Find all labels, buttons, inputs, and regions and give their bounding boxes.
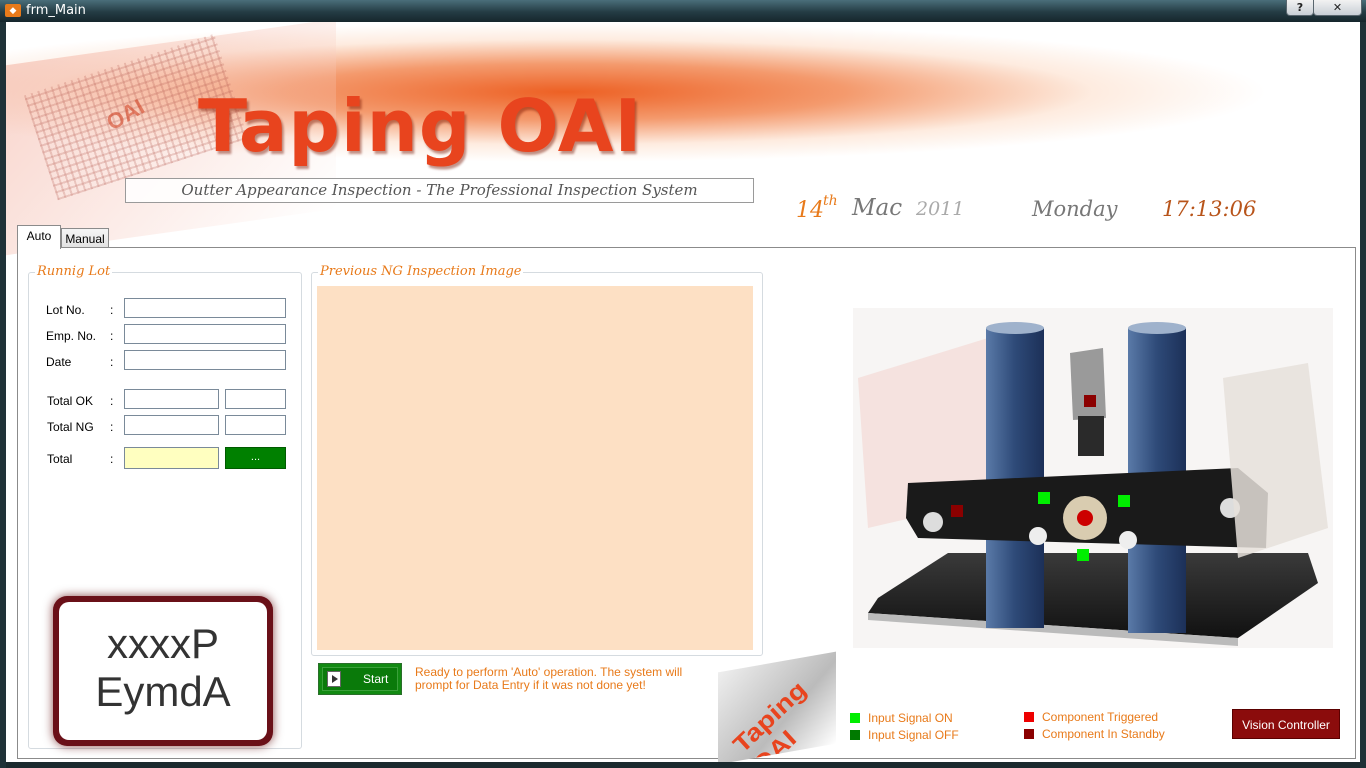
- previous-ng-image-title: Previous NG Inspection Image: [318, 264, 524, 279]
- header-banner: OAI Taping OAI Outter Appearance Inspect…: [6, 22, 1360, 256]
- lot-no-label: Lot No.: [46, 303, 85, 317]
- date-month: Mac: [852, 195, 903, 221]
- app-subtitle: Outter Appearance Inspection - The Profe…: [125, 178, 754, 203]
- running-lot-group: Runnig Lot Lot No. : Emp. No. : Date : T…: [28, 264, 302, 749]
- start-label: Start: [363, 672, 389, 686]
- device-stamp: xxxxP EymdA: [53, 596, 273, 746]
- colon: :: [110, 452, 114, 466]
- total-action-button[interactable]: ...: [225, 447, 286, 469]
- main-form: OAI Taping OAI Outter Appearance Inspect…: [6, 22, 1360, 762]
- right-column-top: [1128, 322, 1186, 334]
- total-input[interactable]: [124, 447, 219, 469]
- colon: :: [110, 329, 114, 343]
- window-titlebar: ◆ frm_Main ? ✕: [0, 0, 1366, 22]
- component-triggered-label: Component Triggered: [1042, 710, 1159, 724]
- status-message: Ready to perform 'Auto' operation. The s…: [415, 665, 683, 692]
- date-weekday: Monday: [1032, 197, 1118, 221]
- total-ok-percent-input[interactable]: [225, 389, 286, 409]
- auto-tab-page: Runnig Lot Lot No. : Emp. No. : Date : T…: [17, 247, 1356, 762]
- component-standby-label: Component In Standby: [1042, 727, 1165, 741]
- total-ng-input[interactable]: [124, 415, 219, 435]
- emp-no-label: Emp. No.: [46, 329, 97, 343]
- signal-on-indicator-3: [1077, 549, 1089, 561]
- inspection-machine-illustration: [853, 308, 1333, 648]
- window-title: frm_Main: [26, 3, 86, 18]
- close-button[interactable]: ✕: [1313, 0, 1362, 16]
- taping-oai-logo-text: Taping OAI: [727, 675, 812, 762]
- date-input[interactable]: [124, 350, 286, 370]
- colon: :: [110, 355, 114, 369]
- left-column-top: [986, 322, 1044, 334]
- colon: :: [110, 394, 114, 408]
- camera-lens: [1078, 416, 1104, 456]
- previous-ng-image-group: Previous NG Inspection Image: [311, 264, 763, 656]
- left-roller: [1029, 527, 1047, 545]
- app-icon: ◆: [5, 4, 21, 17]
- standby-indicator: [951, 505, 963, 517]
- camera-standby-indicator: [1084, 395, 1096, 407]
- input-signal-on-label: Input Signal ON: [868, 711, 953, 725]
- running-lot-title: Runnig Lot: [35, 264, 113, 279]
- total-ng-label: Total NG: [47, 420, 94, 434]
- stamp-line-1: xxxxP: [106, 620, 219, 667]
- tab-auto[interactable]: Auto: [17, 225, 61, 249]
- left-knob: [923, 512, 943, 532]
- window-frame-right: [1360, 22, 1366, 768]
- lot-no-input[interactable]: [124, 298, 286, 318]
- app-title: Taping OAI: [198, 84, 643, 168]
- date-day: 14: [796, 198, 824, 223]
- colon: :: [110, 420, 114, 434]
- total-label: Total: [47, 452, 73, 466]
- taping-oai-logo: Taping OAI: [718, 651, 836, 762]
- component-triggered-swatch: [1024, 712, 1034, 722]
- help-button[interactable]: ?: [1286, 0, 1314, 16]
- signal-on-indicator-1: [1038, 492, 1050, 504]
- stamp-line-2: EymdA: [95, 668, 231, 715]
- signal-on-indicator-2: [1118, 495, 1130, 507]
- camera-body: [1070, 348, 1106, 420]
- date-year: 2011: [916, 198, 965, 220]
- vision-controller-button[interactable]: Vision Controller: [1232, 709, 1340, 739]
- total-ok-input[interactable]: [124, 389, 219, 409]
- start-button[interactable]: Start: [318, 663, 402, 695]
- input-signal-off-swatch: [850, 730, 860, 740]
- colon: :: [110, 303, 114, 317]
- play-icon: [327, 671, 341, 687]
- input-signal-on-swatch: [850, 713, 860, 723]
- emp-no-input[interactable]: [124, 324, 286, 344]
- clock-time: 17:13:06: [1162, 197, 1257, 221]
- right-roller: [1119, 531, 1137, 549]
- date-day-suffix: th: [823, 193, 838, 209]
- input-signal-off-label: Input Signal OFF: [868, 728, 959, 742]
- ng-inspection-image: [317, 286, 753, 650]
- date-label: Date: [46, 355, 72, 369]
- total-ng-percent-input[interactable]: [225, 415, 286, 435]
- tab-manual[interactable]: Manual: [61, 228, 109, 249]
- total-ok-label: Total OK: [47, 394, 94, 408]
- rotary-center: [1077, 510, 1093, 526]
- component-standby-swatch: [1024, 729, 1034, 739]
